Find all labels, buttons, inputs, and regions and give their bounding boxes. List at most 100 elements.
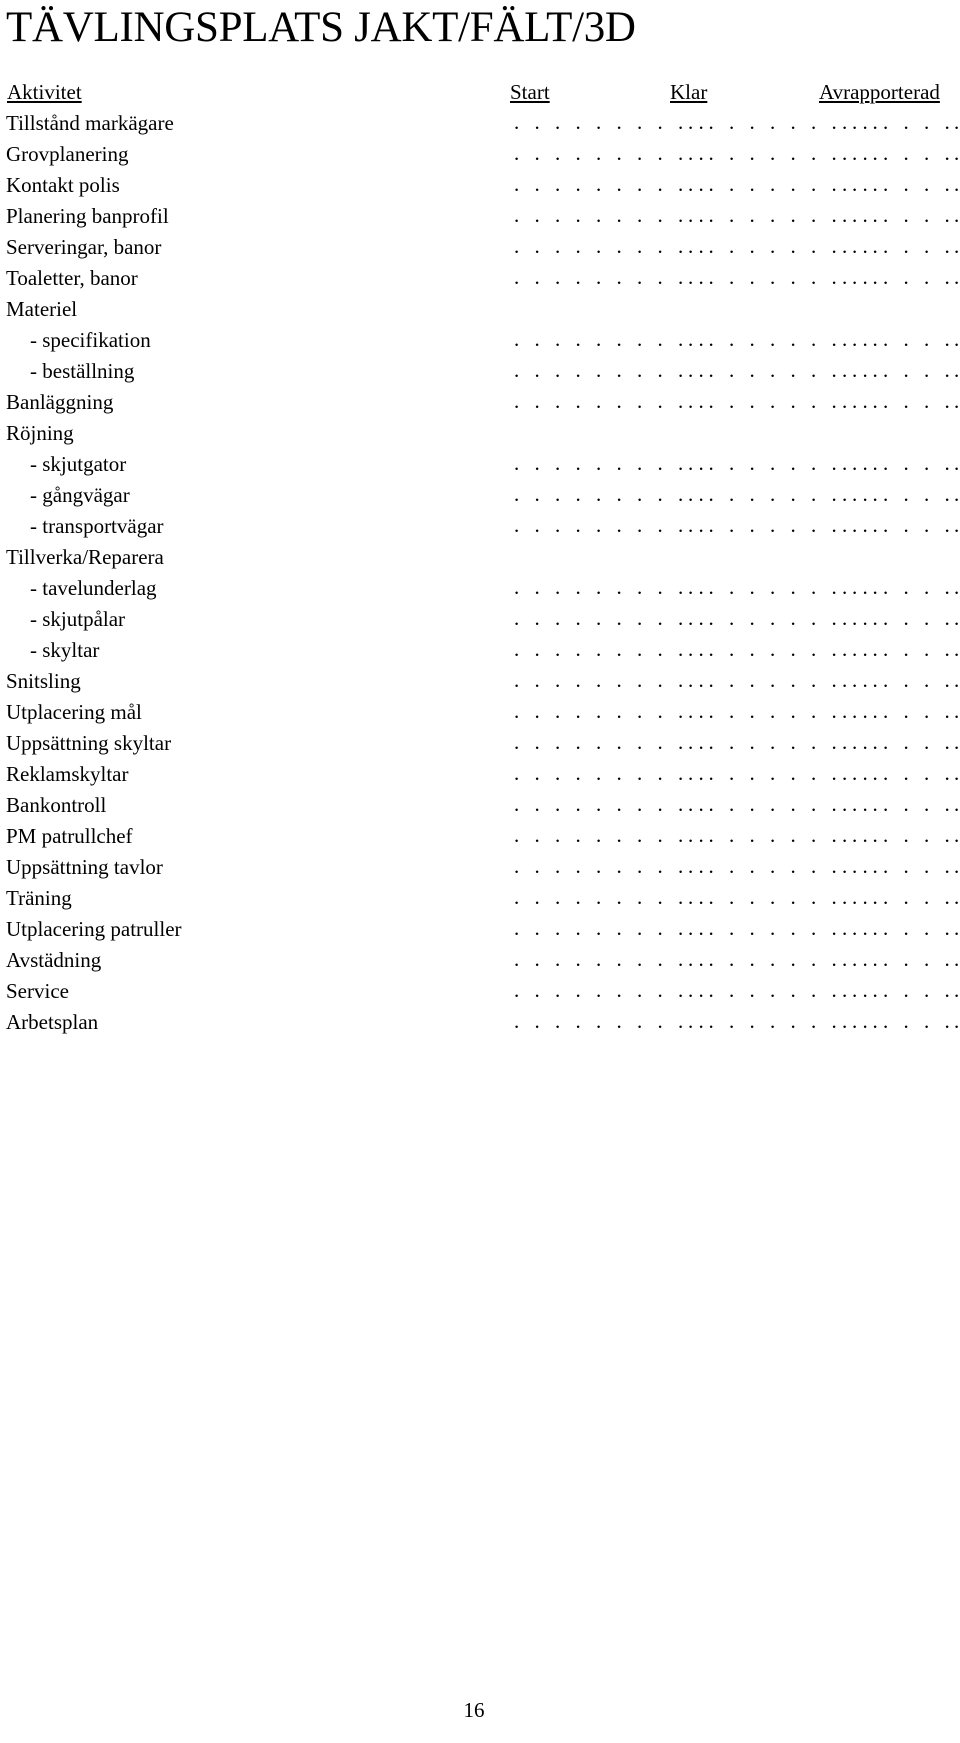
dot-leader-cell-avrapporterad[interactable]: . . . . . . . . . .: [784, 604, 960, 635]
dot-leader-cell-klar[interactable]: . . . . . . . . . .: [624, 883, 878, 914]
dot-leader-cell-extra[interactable]: . . . . . . . . . .: [904, 573, 960, 604]
dot-leader-cell-avrapporterad[interactable]: . . . . . . . . . .: [784, 387, 960, 418]
dot-leader-cell-start[interactable]: . . . . . . . . . .: [458, 976, 704, 1007]
dot-leader-cell-klar[interactable]: . . . . . . . . . .: [624, 728, 878, 759]
dot-leader-cell-klar[interactable]: . . . . . . . . . .: [624, 1007, 878, 1038]
dot-leader-cell-start[interactable]: . . . . . . . . . .: [458, 263, 704, 294]
dot-leader-cell-start[interactable]: . . . . . . . . . .: [458, 480, 704, 511]
dot-leader-cell-avrapporterad[interactable]: . . . . . . . . . .: [784, 821, 960, 852]
dot-leader-cell-avrapporterad[interactable]: . . . . . . . . . .: [784, 790, 960, 821]
dot-leader-cell-klar[interactable]: . . . . . . . . . .: [624, 852, 878, 883]
dot-leader-cell-start[interactable]: . . . . . . . . . .: [458, 170, 704, 201]
dot-leader-cell-start[interactable]: . . . . . . . . . .: [458, 945, 704, 976]
dot-leader-cell-klar[interactable]: . . . . . . . . . .: [624, 604, 878, 635]
dot-leader-cell-start[interactable]: . . . . . . . . . .: [458, 387, 704, 418]
dot-leader-cell-klar[interactable]: . . . . . . . . . .: [624, 139, 878, 170]
dot-leader-cell-extra[interactable]: . . . . . . . . . .: [904, 511, 960, 542]
dot-leader-cell-start[interactable]: . . . . . . . . . .: [458, 883, 704, 914]
dot-leader-cell-avrapporterad[interactable]: . . . . . . . . . .: [784, 108, 960, 139]
dot-leader-cell-start[interactable]: . . . . . . . . . .: [458, 1007, 704, 1038]
dot-leader-cell-klar[interactable]: . . . . . . . . . .: [624, 945, 878, 976]
dot-leader-cell-klar[interactable]: . . . . . . . . . .: [624, 108, 878, 139]
dot-leader-cell-klar[interactable]: . . . . . . . . . .: [624, 914, 878, 945]
dot-leader-cell-avrapporterad[interactable]: . . . . . . . . . .: [784, 511, 960, 542]
dot-leader-cell-extra[interactable]: [904, 542, 952, 573]
dot-leader-cell-avrapporterad[interactable]: . . . . . . . . . .: [784, 356, 960, 387]
dot-leader-cell-avrapporterad[interactable]: . . . . . . . . . .: [784, 1007, 960, 1038]
dot-leader-cell-klar[interactable]: . . . . . . . . . .: [624, 759, 878, 790]
dot-leader-cell-avrapporterad[interactable]: [784, 542, 904, 573]
dot-leader-cell-start[interactable]: . . . . . . . . . .: [458, 790, 704, 821]
dot-leader-cell-extra[interactable]: . . . . . . . . . .: [904, 883, 960, 914]
dot-leader-cell-avrapporterad[interactable]: . . . . . . . . . .: [784, 759, 960, 790]
dot-leader-cell-avrapporterad[interactable]: . . . . . . . . . .: [784, 666, 960, 697]
dot-leader-cell-avrapporterad[interactable]: . . . . . . . . . .: [784, 201, 960, 232]
dot-leader-cell-avrapporterad[interactable]: . . . . . . . . . .: [784, 480, 960, 511]
dot-leader-cell-extra[interactable]: . . . . . . . . . .: [904, 108, 960, 139]
dot-leader-cell-start[interactable]: . . . . . . . . . .: [458, 604, 704, 635]
dot-leader-cell-klar[interactable]: . . . . . . . . . .: [624, 232, 878, 263]
dot-leader-cell-extra[interactable]: . . . . . . . . . .: [904, 325, 960, 356]
dot-leader-cell-extra[interactable]: . . . . . . . . . .: [904, 697, 960, 728]
dot-leader-cell-avrapporterad[interactable]: . . . . . . . . . .: [784, 883, 960, 914]
dot-leader-cell-avrapporterad[interactable]: . . . . . . . . . .: [784, 139, 960, 170]
dot-leader-cell-start[interactable]: . . . . . . . . . .: [458, 573, 704, 604]
dot-leader-cell-extra[interactable]: . . . . . . . . . .: [904, 852, 960, 883]
dot-leader-cell-extra[interactable]: [904, 294, 952, 325]
dot-leader-cell-klar[interactable]: [624, 418, 784, 449]
dot-leader-cell-klar[interactable]: . . . . . . . . . .: [624, 511, 878, 542]
dot-leader-cell-start[interactable]: . . . . . . . . . .: [458, 914, 704, 945]
dot-leader-cell-extra[interactable]: . . . . . . . . . .: [904, 914, 960, 945]
dot-leader-cell-extra[interactable]: [904, 418, 952, 449]
dot-leader-cell-klar[interactable]: . . . . . . . . . .: [624, 697, 878, 728]
dot-leader-cell-extra[interactable]: . . . . . . . . . .: [904, 945, 960, 976]
dot-leader-cell-klar[interactable]: . . . . . . . . . .: [624, 976, 878, 1007]
dot-leader-cell-klar[interactable]: . . . . . . . . . .: [624, 635, 878, 666]
dot-leader-cell-avrapporterad[interactable]: [784, 418, 904, 449]
dot-leader-cell-avrapporterad[interactable]: . . . . . . . . . .: [784, 697, 960, 728]
dot-leader-cell-start[interactable]: . . . . . . . . . .: [458, 139, 704, 170]
dot-leader-cell-klar[interactable]: . . . . . . . . . .: [624, 449, 878, 480]
dot-leader-cell-extra[interactable]: . . . . . . . . . .: [904, 201, 960, 232]
dot-leader-cell-start[interactable]: . . . . . . . . . .: [458, 666, 704, 697]
dot-leader-cell-klar[interactable]: . . . . . . . . . .: [624, 170, 878, 201]
dot-leader-cell-klar[interactable]: [624, 294, 784, 325]
dot-leader-cell-klar[interactable]: . . . . . . . . . .: [624, 325, 878, 356]
dot-leader-cell-extra[interactable]: . . . . . . . . . .: [904, 666, 960, 697]
dot-leader-cell-start[interactable]: . . . . . . . . . .: [458, 201, 704, 232]
dot-leader-cell-klar[interactable]: . . . . . . . . . .: [624, 573, 878, 604]
dot-leader-cell-start[interactable]: [458, 294, 624, 325]
dot-leader-cell-avrapporterad[interactable]: . . . . . . . . . .: [784, 170, 960, 201]
dot-leader-cell-extra[interactable]: . . . . . . . . . .: [904, 790, 960, 821]
dot-leader-cell-klar[interactable]: . . . . . . . . . .: [624, 821, 878, 852]
dot-leader-cell-extra[interactable]: . . . . . . . . . .: [904, 604, 960, 635]
dot-leader-cell-extra[interactable]: . . . . . . . . . .: [904, 263, 960, 294]
dot-leader-cell-klar[interactable]: . . . . . . . . . .: [624, 480, 878, 511]
dot-leader-cell-extra[interactable]: . . . . . . . . . .: [904, 356, 960, 387]
dot-leader-cell-extra[interactable]: . . . . . . . . . .: [904, 170, 960, 201]
dot-leader-cell-start[interactable]: . . . . . . . . . .: [458, 759, 704, 790]
dot-leader-cell-start[interactable]: . . . . . . . . . .: [458, 852, 704, 883]
dot-leader-cell-avrapporterad[interactable]: . . . . . . . . . .: [784, 914, 960, 945]
dot-leader-cell-klar[interactable]: . . . . . . . . . .: [624, 790, 878, 821]
dot-leader-cell-klar[interactable]: . . . . . . . . . .: [624, 263, 878, 294]
dot-leader-cell-extra[interactable]: . . . . . . . . . .: [904, 728, 960, 759]
dot-leader-cell-avrapporterad[interactable]: . . . . . . . . . .: [784, 325, 960, 356]
dot-leader-cell-extra[interactable]: . . . . . . . . . .: [904, 1007, 960, 1038]
dot-leader-cell-avrapporterad[interactable]: . . . . . . . . . .: [784, 263, 960, 294]
dot-leader-cell-extra[interactable]: . . . . . . . . . .: [904, 635, 960, 666]
dot-leader-cell-avrapporterad[interactable]: . . . . . . . . . .: [784, 232, 960, 263]
dot-leader-cell-start[interactable]: . . . . . . . . . .: [458, 449, 704, 480]
dot-leader-cell-start[interactable]: . . . . . . . . . .: [458, 325, 704, 356]
dot-leader-cell-avrapporterad[interactable]: . . . . . . . . . .: [784, 728, 960, 759]
dot-leader-cell-extra[interactable]: . . . . . . . . . .: [904, 232, 960, 263]
dot-leader-cell-klar[interactable]: . . . . . . . . . .: [624, 201, 878, 232]
dot-leader-cell-avrapporterad[interactable]: [784, 294, 904, 325]
dot-leader-cell-extra[interactable]: . . . . . . . . . .: [904, 480, 960, 511]
dot-leader-cell-start[interactable]: . . . . . . . . . .: [458, 697, 704, 728]
dot-leader-cell-extra[interactable]: . . . . . . . . . .: [904, 139, 960, 170]
dot-leader-cell-extra[interactable]: . . . . . . . . . .: [904, 821, 960, 852]
dot-leader-cell-start[interactable]: . . . . . . . . . .: [458, 728, 704, 759]
dot-leader-cell-klar[interactable]: . . . . . . . . . .: [624, 356, 878, 387]
dot-leader-cell-avrapporterad[interactable]: . . . . . . . . . .: [784, 635, 960, 666]
